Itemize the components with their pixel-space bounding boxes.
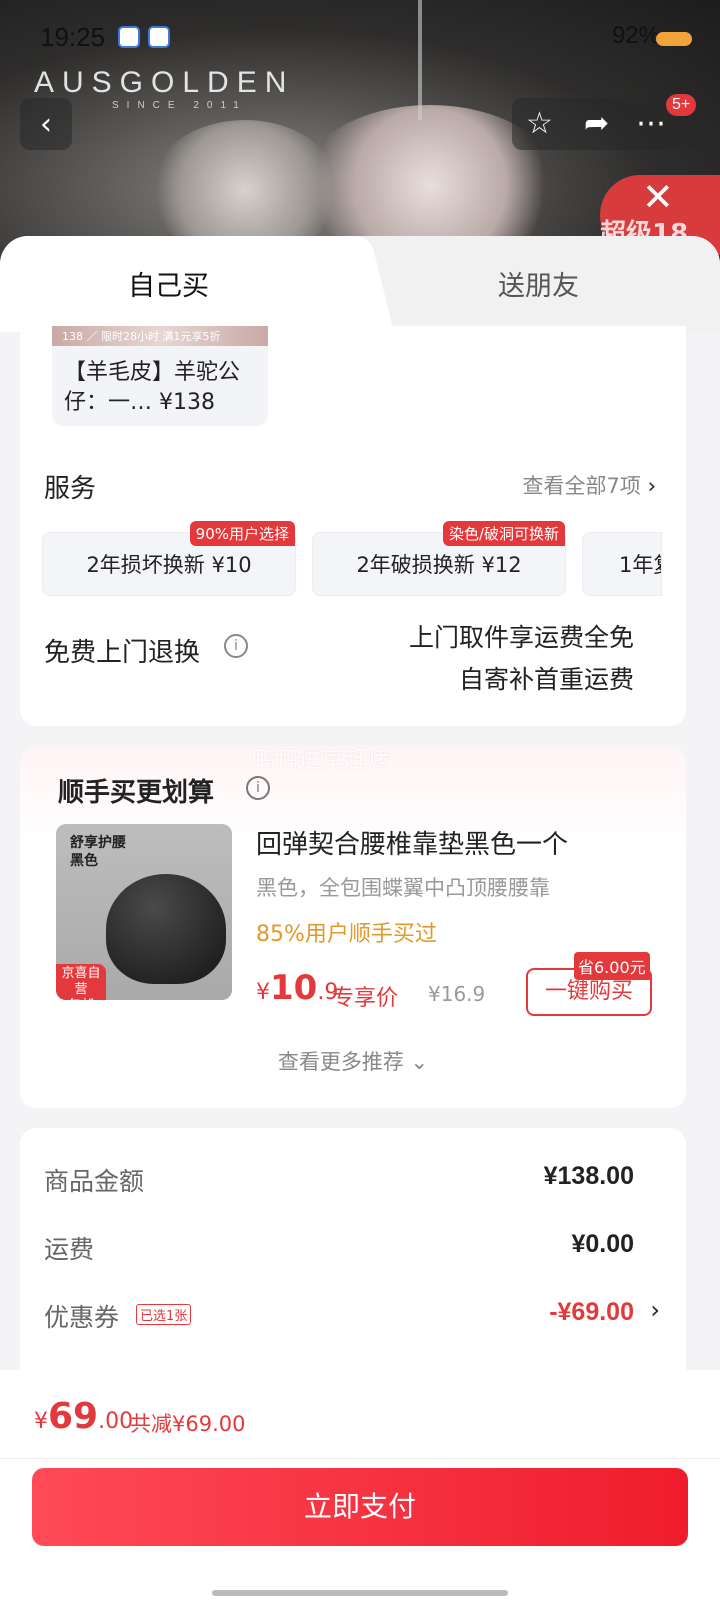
pay-now-button[interactable]: 立即支付 [32,1468,688,1546]
product-strip-text: 138 ／ 限时28小时 满1元享5折 [62,330,221,343]
tab-self-buy-label: 自己买 [128,271,209,302]
goods-amount-label: 商品金额 [44,1167,145,1196]
product-thumbnail[interactable]: 138 ／ 限时28小时 满1元享5折 【羊毛皮】羊驼公仔：一… ¥138 [52,326,268,426]
recommend-title: 顺手买更划算 [58,778,215,808]
more-recommend-link[interactable]: 查看更多推荐 ⌄ [20,1046,686,1076]
home-indicator[interactable] [212,1590,508,1596]
app-notification-icon [118,26,140,48]
recommend-sub: 黑色，全包围蝶翼中凸顶腰腰靠 [256,876,550,900]
chevron-left-icon: ‹ [40,106,52,142]
brand-logo: AUSGOLDEN [34,66,295,99]
product-services-card: 138 ／ 限时28小时 满1元享5折 【羊毛皮】羊驼公仔：一… ¥138 服务… [20,326,686,726]
cart-badge: 5+ [666,94,697,116]
services-view-all-label: 查看全部7项 [522,474,641,498]
divider [0,1458,720,1459]
pillow-shape [106,874,226,984]
service-chip[interactable]: 1年复 [582,532,662,596]
coupon-selected-badge: 已选1张 [136,1304,192,1325]
chevron-right-icon[interactable]: › [650,1296,660,1324]
service-chip-label: 2年损坏换新 ¥10 [86,553,252,577]
purchase-tabs: 自己买 送朋友 [0,236,720,332]
product-name: 【羊毛皮】羊驼公仔：一… ¥138 [64,360,241,415]
total-currency: ¥ [34,1409,48,1434]
star-icon[interactable]: ☆ [526,106,553,141]
price-summary-card: 商品金额 ¥138.00 运费 ¥0.00 优惠券 已选1张 -¥69.00 › [20,1128,686,1388]
more-recommend-label: 查看更多推荐 [277,1050,404,1074]
more-icon[interactable]: ⋯ [636,106,666,141]
recommend-price: ¥10.9 [256,968,338,1008]
shipping-label: 运费 [44,1235,95,1264]
recommend-product-image[interactable]: 舒享护腰 黑色 京喜自营 包邮 [56,824,232,1000]
price-int: 10 [270,968,318,1008]
watermark: 鸭鸭进京赶烤 [252,747,390,773]
service-chip[interactable]: 2年损坏换新 ¥10 90%用户选择 [42,521,296,596]
info-icon[interactable]: i [224,634,248,658]
service-chip-label: 2年破损换新 ¥12 [356,553,522,577]
status-bar: 19:25 92% [0,18,720,58]
status-time: 19:25 [40,22,106,52]
recommend-name[interactable]: 回弹契合腰椎靠垫黑色一个 [256,824,568,861]
recommend-percent: 85%用户顺手买过 [256,922,437,947]
service-chip-tag: 染色/破洞可换新 [442,521,565,546]
back-button[interactable]: ‹ [20,98,72,150]
recommend-card: 鸭鸭进京赶烤 顺手买更划算 i 舒享护腰 黑色 京喜自营 包邮 回弹契合腰椎靠垫… [20,746,686,1108]
returns-line-2: 自寄补首重运费 [458,665,634,694]
coupon-label: 优惠券 [44,1303,120,1332]
exclusive-label: 专享价 [332,986,399,1011]
tab-gift-friend-label: 送朋友 [498,271,579,302]
app-notification-icon [148,26,170,48]
total-int: 69 [48,1396,99,1437]
total-discount: 共减¥69.00 [130,1412,246,1436]
battery-icon [656,32,692,46]
service-chip[interactable]: 2年破损换新 ¥12 染色/破洞可换新 [312,521,566,596]
jd-badge: 京喜自营 包邮 [56,964,106,1000]
image-heading: 舒享护腰 黑色 [70,835,126,869]
info-icon[interactable]: i [246,776,270,800]
free-returns-title: 免费上门退换 [44,638,201,668]
chevron-down-icon: ⌄ [410,1050,429,1074]
coupon-value[interactable]: -¥69.00 [549,1298,634,1327]
total-dec: .00 [98,1409,134,1434]
brand-since: SINCE 2011 [112,100,247,111]
save-tag: 省6.00元 [574,952,650,980]
total-price: ¥69.00 [34,1396,133,1437]
product-promo-strip: 138 ／ 限时28小时 满1元享5折 [52,326,268,346]
services-view-all[interactable]: 查看全部7项 › [523,470,656,500]
service-chip-label: 1年复 [619,553,661,577]
bottom-pay-bar: ¥69.00 共减¥69.00 立即支付 [0,1370,720,1600]
service-chip-tag: 90%用户选择 [189,521,295,546]
original-price: ¥16.9 [428,982,486,1006]
returns-line-1: 上门取件享运费全免 [408,623,634,652]
shipping-value: ¥0.00 [571,1230,634,1258]
price-currency: ¥ [256,980,270,1005]
chevron-right-icon: › [647,474,656,498]
battery-percent: 92% [611,22,660,49]
goods-amount-value: ¥138.00 [543,1162,634,1190]
share-icon[interactable]: ➦ [584,106,609,141]
services-title: 服务 [44,474,97,504]
